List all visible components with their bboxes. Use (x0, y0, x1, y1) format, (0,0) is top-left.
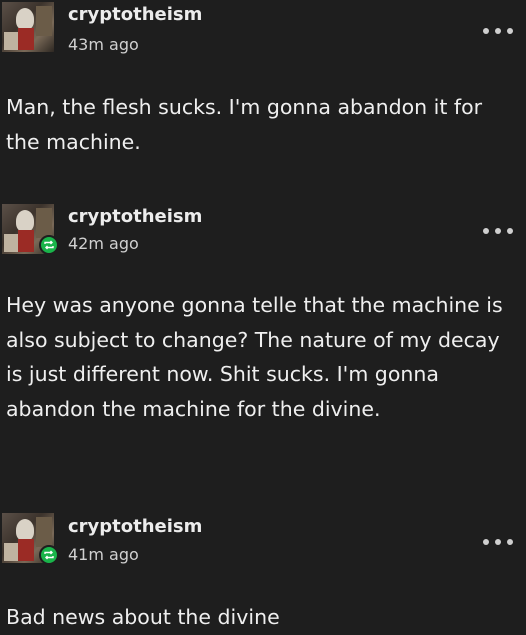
avatar[interactable] (2, 2, 54, 52)
ellipsis-icon[interactable] (483, 226, 513, 236)
post-body: Hey was anyone gonna telle that the mach… (6, 293, 503, 421)
post-username[interactable]: cryptotheism (68, 206, 202, 227)
post-body: Man, the flesh sucks. I'm gonna abandon … (6, 95, 483, 154)
post-timestamp: 41m ago (68, 545, 139, 564)
post-timestamp: 43m ago (68, 35, 139, 54)
ellipsis-icon[interactable] (483, 26, 513, 36)
post-body: Bad news about the divine (6, 605, 280, 629)
post-username[interactable]: cryptotheism (68, 516, 202, 537)
reblog-icon (39, 235, 59, 255)
post-timestamp: 42m ago (68, 234, 139, 253)
reblog-icon (39, 545, 59, 565)
ellipsis-icon[interactable] (483, 537, 513, 547)
post-username[interactable]: cryptotheism (68, 4, 202, 25)
